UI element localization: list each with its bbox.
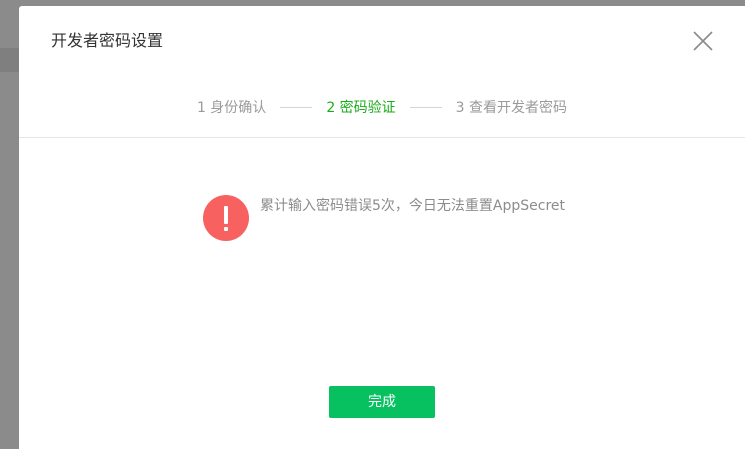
step-password-verify: 2 密码验证 <box>326 100 396 116</box>
step-connector <box>280 106 313 108</box>
close-icon <box>693 31 713 51</box>
step-identity-confirm: 1 身份确认 <box>196 100 267 116</box>
error-message-text: 累计输入密码错误5次，今日无法重置AppSecret <box>260 198 566 214</box>
header-divider <box>19 137 745 138</box>
error-icon <box>203 195 249 241</box>
step-indicator: 1 身份确认 2 密码验证 3 查看开发者密码 <box>19 96 745 118</box>
step-connector <box>409 106 442 108</box>
done-button[interactable]: 完成 <box>329 386 435 418</box>
step-view-developer-password: 3 查看开发者密码 <box>455 100 568 116</box>
close-button[interactable] <box>692 30 714 52</box>
error-message: 累计输入密码错误5次，今日无法重置AppSecret <box>203 195 565 243</box>
dialog-title: 开发者密码设置 <box>51 31 164 50</box>
developer-password-dialog: 开发者密码设置 1 身份确认 2 密码验证 3 查看开发者密码 累计输入密码错误… <box>19 6 745 449</box>
